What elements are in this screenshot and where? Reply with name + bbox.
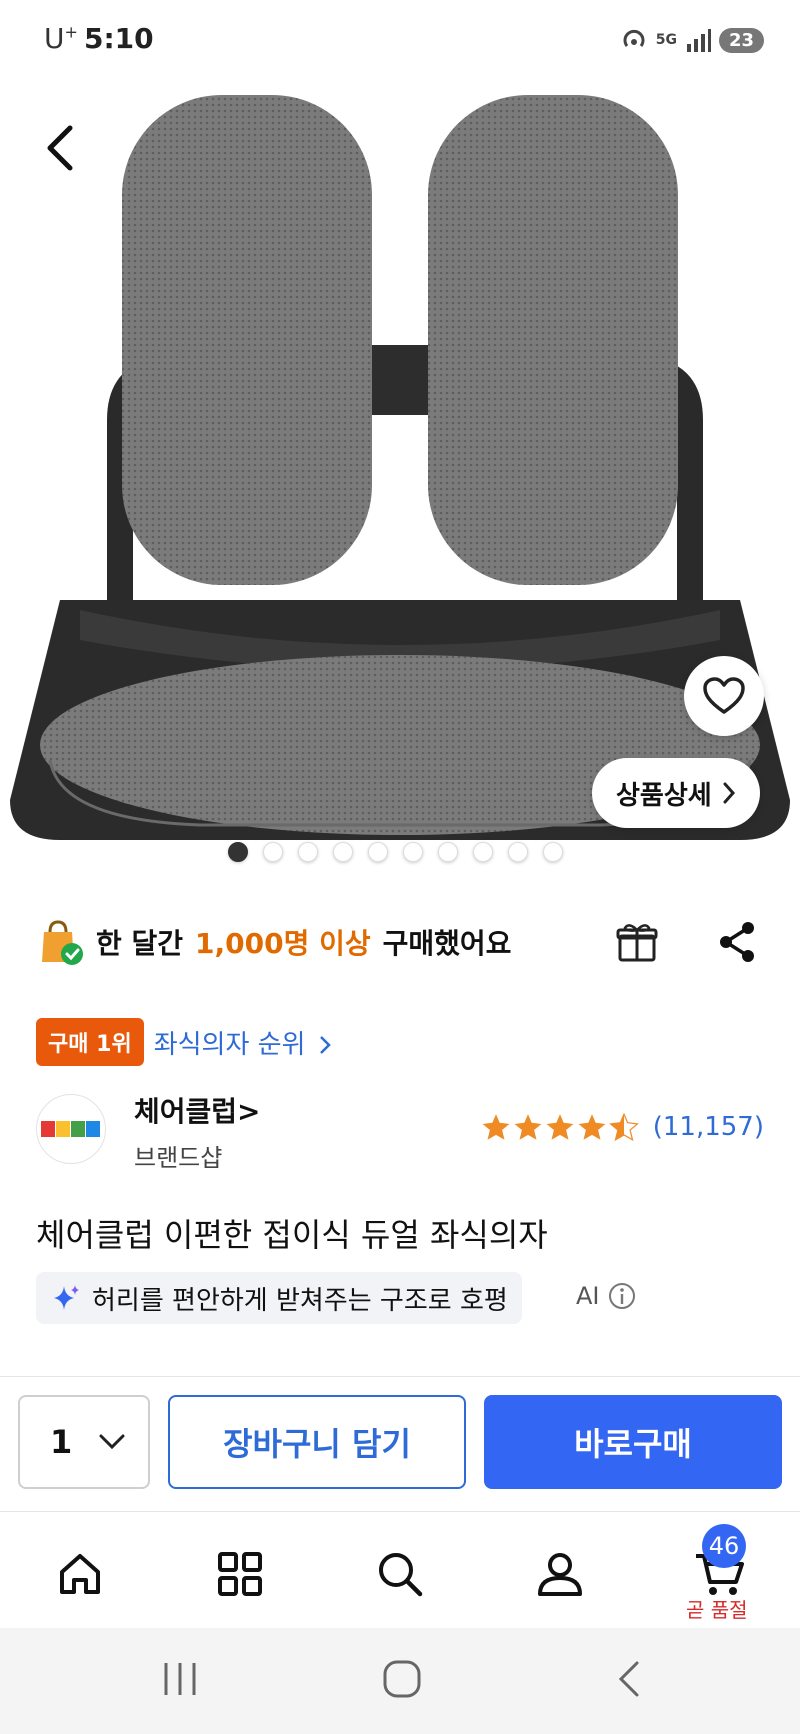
star-icon bbox=[514, 1114, 542, 1140]
product-image bbox=[10, 95, 790, 840]
signal-icon bbox=[686, 29, 711, 52]
rating-summary[interactable]: (11,157) bbox=[481, 1112, 764, 1142]
user-icon bbox=[538, 1553, 582, 1596]
recent-apps-icon bbox=[164, 1663, 196, 1695]
recent-apps-button[interactable] bbox=[150, 1654, 210, 1704]
purchase-suffix: 구매했어요 bbox=[382, 927, 512, 960]
gift-button[interactable] bbox=[612, 912, 662, 972]
half-star-icon bbox=[608, 1113, 639, 1141]
nav-my-page[interactable] bbox=[520, 1534, 600, 1614]
product-image-carousel[interactable] bbox=[0, 0, 800, 870]
chevron-right-icon bbox=[319, 1036, 331, 1054]
carousel-dot[interactable] bbox=[333, 842, 353, 862]
ai-summary-text: 허리를 편안하게 받쳐주는 구조로 호평 bbox=[92, 1285, 508, 1316]
purchase-count: 1,000명 이상 bbox=[195, 927, 371, 960]
home-circle-icon bbox=[383, 1660, 421, 1698]
purchase-action-bar: 1 장바구니 담기 바로구매 bbox=[0, 1376, 800, 1512]
brand-name-link[interactable]: 체어클럽> bbox=[134, 1090, 261, 1130]
hotspot-icon bbox=[623, 29, 645, 47]
product-detail-button[interactable]: 상품상세 bbox=[592, 758, 760, 828]
shopping-bag-check-icon bbox=[42, 920, 83, 965]
home-icon bbox=[60, 1554, 100, 1594]
brand-shop-label: 브랜드샵 bbox=[134, 1144, 223, 1172]
back-button[interactable] bbox=[40, 118, 90, 178]
status-indicators: 5G 23 bbox=[620, 26, 764, 54]
chevron-right-icon bbox=[723, 782, 735, 804]
nav-categories[interactable] bbox=[200, 1534, 280, 1614]
carousel-dot[interactable] bbox=[228, 842, 248, 862]
brand-logo[interactable] bbox=[36, 1094, 106, 1164]
info-icon bbox=[608, 1283, 635, 1309]
gift-icon bbox=[616, 924, 658, 962]
category-ranking-link[interactable]: 좌식의자 순위 bbox=[154, 1024, 332, 1061]
carousel-dot[interactable] bbox=[473, 842, 493, 862]
chevron-left-icon bbox=[47, 125, 73, 171]
brand-logo-mark bbox=[41, 1121, 100, 1137]
ai-info[interactable]: AI bbox=[576, 1282, 636, 1310]
ai-label: AI bbox=[576, 1282, 600, 1310]
star-rating bbox=[481, 1113, 639, 1141]
carousel-dot[interactable] bbox=[438, 842, 458, 862]
network-type: 5G bbox=[655, 32, 677, 48]
monthly-purchase-info: 한 달간 1,000명 이상 구매했어요 bbox=[36, 912, 511, 972]
carrier-label: U+ bbox=[44, 22, 78, 55]
carousel-dot[interactable] bbox=[403, 842, 423, 862]
system-navigation-bar bbox=[0, 1628, 800, 1734]
ai-review-summary: 허리를 편안하게 받쳐주는 구조로 호평 bbox=[36, 1272, 522, 1324]
carousel-dot[interactable] bbox=[263, 842, 283, 862]
quantity-select[interactable]: 1 bbox=[18, 1395, 150, 1489]
battery-indicator: 23 bbox=[718, 27, 764, 53]
product-detail-label: 상품상세 bbox=[616, 780, 712, 811]
status-bar: U+ 5:10 5G 23 bbox=[0, 0, 800, 80]
back-arrow-icon bbox=[618, 1661, 639, 1697]
sparkle-icon bbox=[54, 1285, 79, 1310]
home-system-button[interactable] bbox=[372, 1654, 432, 1704]
product-title: 체어클럽 이편한 접이식 듀얼 좌식의자 bbox=[36, 1216, 548, 1254]
grid-icon bbox=[218, 1552, 262, 1596]
carousel-dot[interactable] bbox=[543, 842, 563, 862]
heart-icon bbox=[703, 677, 745, 714]
review-count: (11,157) bbox=[652, 1112, 764, 1142]
purchase-prefix: 한 달간 bbox=[96, 927, 184, 960]
share-button[interactable] bbox=[712, 912, 762, 972]
nav-home[interactable] bbox=[40, 1534, 120, 1614]
chevron-down-icon bbox=[99, 1434, 125, 1450]
cart-soldout-notice: 곧 품절 bbox=[686, 1598, 748, 1622]
wishlist-button[interactable] bbox=[684, 656, 764, 736]
star-icon bbox=[482, 1114, 510, 1140]
nav-search[interactable] bbox=[360, 1534, 440, 1614]
carousel-dot[interactable] bbox=[298, 842, 318, 862]
star-icon bbox=[578, 1114, 606, 1140]
add-to-cart-button[interactable]: 장바구니 담기 bbox=[168, 1395, 466, 1489]
search-icon bbox=[379, 1553, 423, 1597]
status-time: 5:10 bbox=[84, 22, 154, 55]
carousel-dots bbox=[228, 842, 563, 862]
rank-badge: 구매 1위 bbox=[36, 1018, 144, 1066]
star-icon bbox=[546, 1114, 574, 1140]
bottom-navigation: 46 곧 품절 bbox=[0, 1512, 800, 1628]
carousel-dot[interactable] bbox=[368, 842, 388, 862]
ranking-row: 구매 1위 좌식의자 순위 bbox=[36, 1018, 332, 1066]
share-icon bbox=[720, 922, 754, 962]
carousel-dot[interactable] bbox=[508, 842, 528, 862]
cart-count-badge: 46 bbox=[702, 1524, 746, 1568]
buy-now-button[interactable]: 바로구매 bbox=[484, 1395, 782, 1489]
quantity-value: 1 bbox=[50, 1423, 73, 1461]
system-back-button[interactable] bbox=[600, 1654, 660, 1704]
